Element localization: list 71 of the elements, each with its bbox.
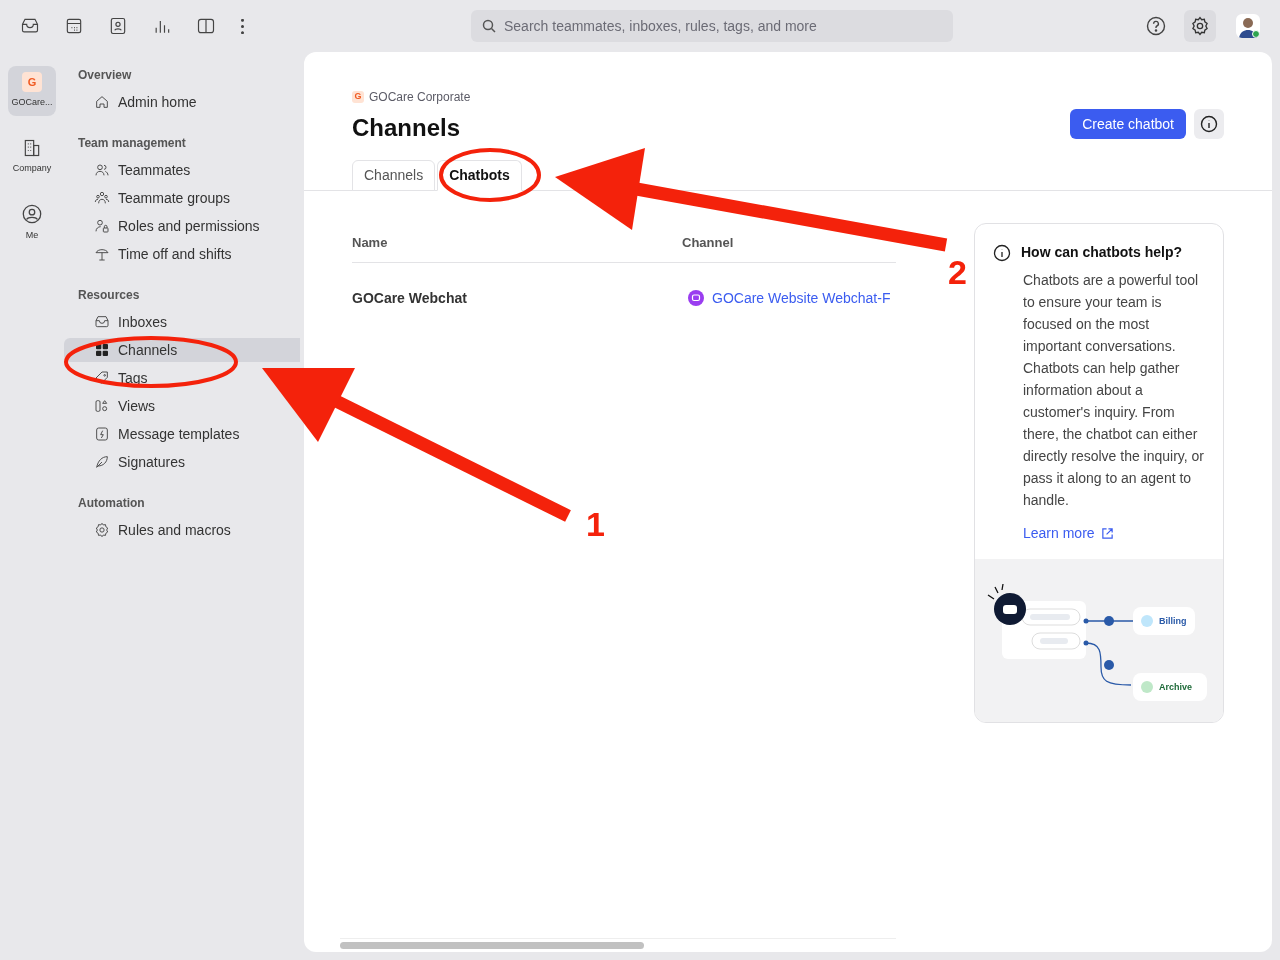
diagram-label: Archive <box>1159 681 1193 694</box>
contact-icon <box>108 16 128 36</box>
rail-item[interactable]: Company <box>8 132 56 182</box>
section-heading: Overview <box>78 67 133 84</box>
section-heading: Resources <box>78 287 141 304</box>
user-lock-icon <box>94 218 110 234</box>
building-icon <box>22 138 42 159</box>
settings-button[interactable] <box>1184 10 1216 42</box>
info-icon <box>1200 115 1218 133</box>
rail-label: Me <box>25 229 39 243</box>
section-heading: Automation <box>78 495 146 512</box>
nav-item[interactable]: Admin home <box>64 90 197 114</box>
annotation-number: 2 <box>948 253 967 291</box>
info-icon <box>993 243 1011 262</box>
card-title: How can chatbots help? <box>1021 243 1182 262</box>
book-icon <box>196 16 216 36</box>
umbrella-icon <box>94 246 110 262</box>
chat-icon <box>688 290 704 306</box>
calendar-icon <box>64 16 84 36</box>
table-cell-text: GOCare Webchat <box>352 288 468 308</box>
column-header: Channel <box>682 233 734 252</box>
nav-item[interactable]: Rules and macros <box>64 518 231 542</box>
nav-item[interactable]: Message templates <box>64 422 240 446</box>
shapes-icon <box>94 398 110 414</box>
people-icon <box>94 162 110 178</box>
nav-item[interactable]: Tags <box>64 366 148 390</box>
book-button[interactable] <box>196 16 216 36</box>
channel-link[interactable]: GOCare Website Webchat-F <box>712 287 891 309</box>
tab[interactable]: Channels <box>352 160 436 191</box>
nav-item[interactable]: Views <box>64 394 156 418</box>
leaf-icon <box>94 454 110 470</box>
user-icon <box>21 203 43 226</box>
create-chatbot-button[interactable]: Create chatbot <box>1070 109 1186 139</box>
rail-label: Company <box>12 162 52 176</box>
page-title: Channels <box>352 113 462 143</box>
more-icon <box>240 18 244 34</box>
contact-button[interactable] <box>108 16 128 36</box>
workspace-badge: G <box>352 91 364 103</box>
external-link-icon <box>1100 527 1114 540</box>
rail-item[interactable]: Me <box>8 198 56 248</box>
grid-icon <box>94 342 110 358</box>
nav-item[interactable]: Signatures <box>64 450 185 474</box>
nav-item[interactable]: Teammate groups <box>64 186 231 210</box>
search-icon <box>482 19 496 33</box>
learn-more-link[interactable]: Learn more <box>1023 523 1114 544</box>
nav-item[interactable]: Inboxes <box>64 310 168 334</box>
diagram-label: Billing <box>1159 615 1187 628</box>
calendar-button[interactable] <box>64 16 84 36</box>
nav-item[interactable]: Time off and shifts <box>64 242 232 266</box>
rail-item[interactable]: G GOCare... <box>8 66 56 116</box>
gear-icon <box>94 522 110 538</box>
help-icon <box>1146 16 1166 36</box>
more-button[interactable] <box>240 16 244 36</box>
nav-item[interactable]: Roles and permissions <box>64 214 260 238</box>
settings-icon <box>1190 16 1210 36</box>
search-field[interactable]: Search teammates, inboxes, rules, tags, and more <box>471 10 953 42</box>
inbox-icon <box>94 314 110 330</box>
rail-label: GOCare... <box>11 96 53 110</box>
workspace-badge: G <box>22 72 42 93</box>
home-icon <box>94 94 110 110</box>
group-icon <box>94 190 110 206</box>
tab[interactable]: Chatbots <box>437 160 522 191</box>
column-header: Name <box>352 233 389 252</box>
annotation-number: 1 <box>586 505 605 543</box>
info-button[interactable] <box>1194 109 1224 139</box>
nav-item[interactable]: Teammates <box>64 158 191 182</box>
avatar[interactable] <box>1236 14 1260 38</box>
workspace-name: GOCare Corporate <box>369 89 471 106</box>
section-heading: Team management <box>78 135 187 152</box>
lightning-icon <box>94 426 110 442</box>
card-text: Chatbots are a powerful tool to ensure your team is focused on the most important conversations. Chatbots can help gather information about a customer's inquiry. From there, the chatbot can either directly resolve the inquiry, or pass it along to an agent to handle. <box>1023 271 1205 510</box>
